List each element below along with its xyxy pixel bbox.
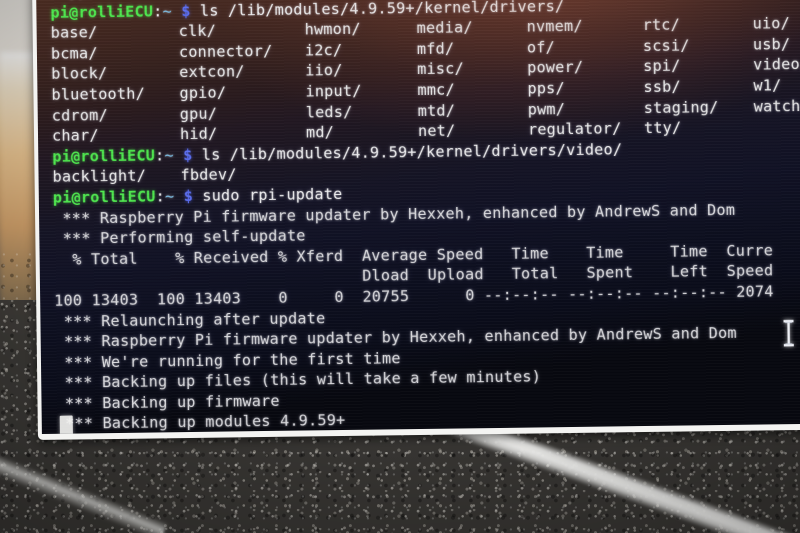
ls-entry: ssb/ <box>643 77 681 97</box>
block-cursor <box>59 415 73 434</box>
ls-entry: regulator/ <box>527 119 622 139</box>
ls-entry: mtd/ <box>417 101 456 120</box>
terminal-output: *** Relaunching after update <box>54 308 326 331</box>
prompt-command: sudo rpi-update <box>192 184 343 205</box>
ls-entry: extcon/ <box>179 62 245 82</box>
terminal-output: *** Backing up modules 4.9.59+ <box>55 411 346 434</box>
ls-entry: base/ <box>50 23 98 42</box>
ls-entry: spi/ <box>643 56 681 76</box>
ls-entry: watchdog/ <box>753 96 800 116</box>
ls-entry: block/ <box>51 64 108 84</box>
prompt-symbol: $ <box>182 145 193 164</box>
ls-entry: backlight/ <box>52 166 147 187</box>
terminal-screen[interactable]: crypto/fs/lib/net/pi@rolliECU:~ $ ls /li… <box>36 0 800 434</box>
prompt-symbol: $ <box>183 186 194 206</box>
ls-entry: bcma/ <box>50 43 98 63</box>
terminal-output: *** Backing up firmware <box>55 391 280 413</box>
ls-entry: cdrom/ <box>51 105 108 125</box>
terminal-output: *** Performing self-update <box>53 226 306 248</box>
terminal-output: *** We're running for the first time <box>54 348 401 372</box>
ls-entry: mfd/ <box>416 39 455 58</box>
ls-entry: md/ <box>305 123 335 142</box>
ls-entry: char/ <box>51 126 99 145</box>
prompt-userhost: pi@rolliECU <box>52 146 156 166</box>
prompt-userhost: pi@rolliECU <box>52 187 156 207</box>
ls-entry: fbdev/ <box>180 165 237 185</box>
ls-entry: tty/ <box>643 118 682 138</box>
ls-entry: connector/ <box>178 41 273 61</box>
ls-entry: net/ <box>417 121 456 141</box>
terminal-text: crypto/fs/lib/net/pi@rolliECU:~ $ ls /li… <box>50 0 800 434</box>
prompt-symbol: $ <box>181 1 191 20</box>
ls-entry: iio/ <box>305 61 343 80</box>
ls-entry: hid/ <box>179 124 218 144</box>
ls-entry: pwm/ <box>527 99 566 119</box>
ls-entry: leds/ <box>305 102 353 122</box>
prompt-colon: : <box>155 187 166 206</box>
ls-entry: hwmon/ <box>304 19 361 39</box>
ls-entry: video/ <box>753 55 800 74</box>
ls-entry: power/ <box>527 58 584 77</box>
ls-entry: scsi/ <box>642 36 690 55</box>
ls-entry: usb/ <box>752 34 791 54</box>
ls-entry: i2c/ <box>304 40 343 60</box>
ls-entry: bluetooth/ <box>51 84 146 104</box>
prompt-userhost: pi@rolliECU <box>50 2 154 22</box>
prompt-colon: : <box>153 1 163 21</box>
ls-entry: clk/ <box>178 21 217 41</box>
ls-entry: pps/ <box>527 79 565 98</box>
ls-entry: w1/ <box>753 76 782 95</box>
ls-entry: media/ <box>416 18 473 38</box>
prompt-colon: : <box>154 146 165 165</box>
screenshot-stage: crypto/fs/lib/net/pi@rolliECU:~ $ ls /li… <box>0 0 800 533</box>
ls-entry: mmc/ <box>417 80 455 99</box>
ls-entry: uio/ <box>752 14 791 33</box>
ls-entry: gpu/ <box>179 104 218 123</box>
ls-entry: misc/ <box>417 59 465 79</box>
monitor-window: crypto/fs/lib/net/pi@rolliECU:~ $ ls /li… <box>32 0 800 441</box>
ls-entry: gpio/ <box>179 83 227 103</box>
ls-entry: of/ <box>526 37 556 57</box>
ls-entry: rtc/ <box>642 15 681 35</box>
ls-entry: nvmem/ <box>526 17 583 36</box>
ls-entry: staging/ <box>643 97 719 117</box>
ls-entry: input/ <box>305 81 362 101</box>
